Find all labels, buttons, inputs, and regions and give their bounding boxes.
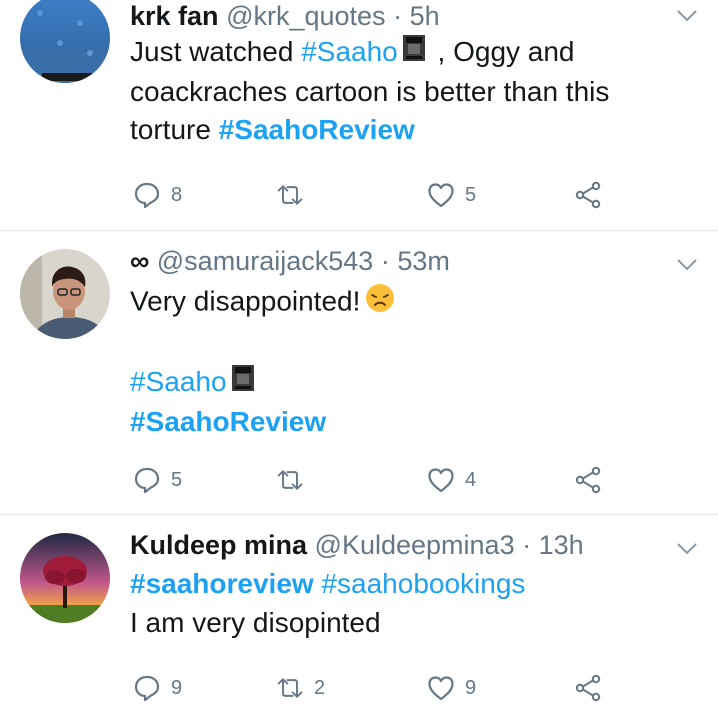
tweet-text-line: torture <box>130 114 219 146</box>
username[interactable]: @samuraijack543 <box>157 246 374 276</box>
hashtag-link[interactable]: #Saaho <box>130 366 227 397</box>
retweet-button[interactable]: 2 <box>276 673 325 703</box>
tweet-text: #saahoreview #saahobookings I am very di… <box>130 565 525 642</box>
reply-button[interactable]: 9 <box>133 673 182 703</box>
share-button[interactable] <box>574 673 602 703</box>
tweet-text-line: Very disappointed! <box>130 285 361 317</box>
timestamp[interactable]: 5h <box>410 1 440 31</box>
tweet-text-line: Just watched <box>130 36 302 67</box>
retweet-button[interactable] <box>276 465 314 495</box>
retweet-count: 2 <box>314 676 326 699</box>
display-name[interactable]: krk fan <box>130 1 219 31</box>
tweet-text: Very disappointed! #Saaho #SaahoReview <box>130 282 400 441</box>
username[interactable]: @Kuldeepmina3 <box>315 530 515 560</box>
heart-icon <box>428 183 454 208</box>
like-button[interactable]: 4 <box>427 465 476 495</box>
tweet-header: ∞ @samuraijack543 · 53m <box>130 244 450 278</box>
hashtag-link[interactable]: #SaahoReview <box>219 114 415 145</box>
tweet-text-line: , Oggy and <box>429 36 575 67</box>
tweet-actions: 5 4 <box>0 465 718 495</box>
like-count: 5 <box>465 183 477 206</box>
separator: · <box>380 246 390 276</box>
share-icon <box>575 674 601 702</box>
display-name[interactable]: Kuldeep mina <box>130 530 307 560</box>
hashtag-link[interactable]: #SaahoReview <box>130 406 326 437</box>
separator: · <box>522 530 532 560</box>
tweet[interactable]: krk fan @krk_quotes · 5h Just watched #S… <box>0 0 718 231</box>
like-count: 9 <box>465 676 477 699</box>
reply-count: 9 <box>171 676 183 699</box>
retweet-icon <box>277 185 303 205</box>
tweet-header: krk fan @krk_quotes · 5h <box>130 0 440 33</box>
tweet-actions: 8 5 <box>0 180 718 210</box>
reply-icon <box>134 182 160 209</box>
retweet-icon <box>277 678 303 698</box>
reply-button[interactable]: 8 <box>133 180 182 210</box>
like-button[interactable]: 9 <box>427 673 476 703</box>
retweet-icon <box>277 470 303 490</box>
tweet-actions: 9 2 9 <box>0 673 718 703</box>
heart-icon <box>428 468 454 493</box>
separator: · <box>393 1 403 31</box>
tweet[interactable]: ∞ @samuraijack543 · 53m Very disappointe… <box>0 230 718 515</box>
reply-count: 5 <box>171 468 183 491</box>
movie-poster-emoji <box>402 34 426 73</box>
tweet-text-line: I am very disopinted <box>130 606 381 638</box>
share-button[interactable] <box>574 180 602 210</box>
retweet-button[interactable] <box>276 180 314 210</box>
tweet-header: Kuldeep mina @Kuldeepmina3 · 13h <box>130 528 584 562</box>
like-button[interactable]: 5 <box>427 180 476 210</box>
username[interactable]: @krk_quotes <box>226 1 385 31</box>
hashtag-link[interactable]: #saahoreview <box>130 568 314 599</box>
share-button[interactable] <box>574 465 602 495</box>
chevron-down-icon[interactable] <box>676 258 698 272</box>
display-name[interactable]: ∞ <box>130 246 149 276</box>
share-icon <box>575 181 601 209</box>
tweet[interactable]: Kuldeep mina @Kuldeepmina3 · 13h #saahor… <box>0 514 718 714</box>
like-count: 4 <box>465 468 477 491</box>
disappointed-face-emoji <box>364 282 396 325</box>
reply-button[interactable]: 5 <box>133 465 182 495</box>
avatar[interactable] <box>20 0 110 83</box>
reply-count: 8 <box>171 183 183 206</box>
reply-icon <box>134 467 160 494</box>
timestamp[interactable]: 53m <box>397 246 450 276</box>
timestamp[interactable]: 13h <box>539 530 584 560</box>
tweet-text-line: coackraches cartoon is better than this <box>130 75 610 107</box>
avatar[interactable] <box>20 249 110 339</box>
avatar[interactable] <box>20 533 110 623</box>
hashtag-link[interactable]: #saahobookings <box>321 568 525 599</box>
chevron-down-icon[interactable] <box>676 9 698 23</box>
hashtag-link[interactable]: #Saaho <box>301 36 398 67</box>
share-icon <box>575 466 601 494</box>
movie-poster-emoji <box>231 364 255 403</box>
chevron-down-icon[interactable] <box>676 542 698 556</box>
heart-icon <box>428 676 454 701</box>
reply-icon <box>134 675 160 702</box>
tweet-text: Just watched #Saaho , Oggy and coackrach… <box>130 33 609 150</box>
